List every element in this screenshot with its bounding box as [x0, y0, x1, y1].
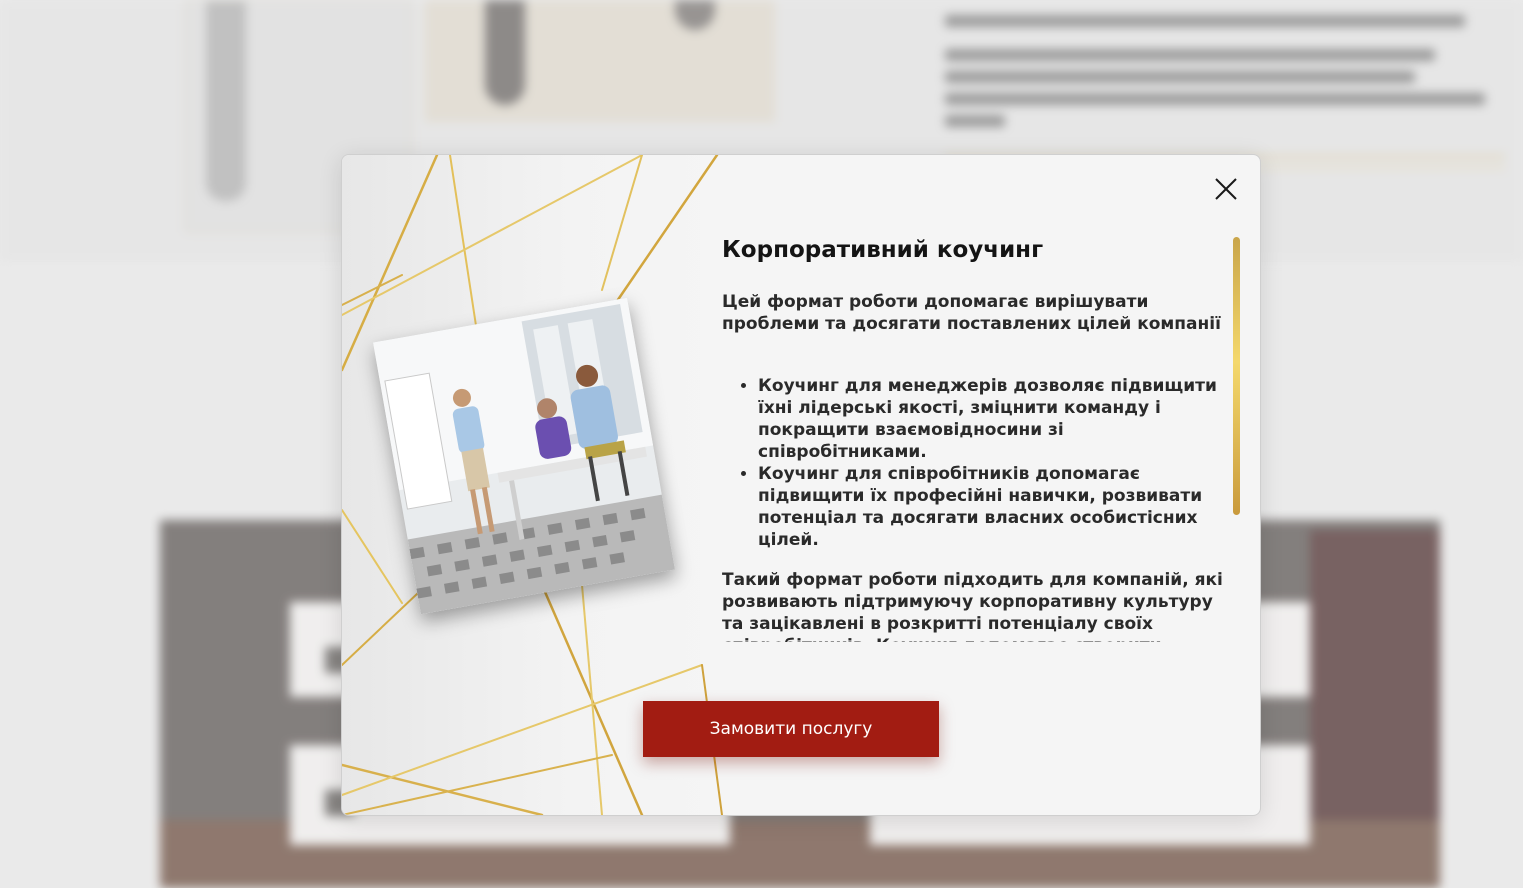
service-modal: Корпоративний коучинг Цей формат роботи … — [341, 154, 1261, 816]
modal-content[interactable]: Корпоративний коучинг Цей формат роботи … — [722, 227, 1227, 642]
modal-outro: Такий формат роботи підходить для компан… — [722, 570, 1223, 642]
scrollbar-thumb[interactable] — [1233, 237, 1240, 515]
team-meeting-photo — [372, 297, 676, 615]
close-icon — [1215, 178, 1237, 200]
order-service-button[interactable]: Замовити послугу — [643, 701, 939, 757]
list-item: Коучинг для співробітників допомагає під… — [758, 463, 1227, 551]
close-button[interactable] — [1212, 175, 1240, 203]
modal-lead: Цей формат роботи допомагає вирішувати п… — [722, 292, 1221, 334]
benefits-list: Коучинг для менеджерів дозволяє підвищит… — [722, 375, 1227, 551]
list-item: Коучинг для менеджерів дозволяє підвищит… — [758, 375, 1227, 463]
modal-title: Корпоративний коучинг — [722, 237, 1044, 263]
